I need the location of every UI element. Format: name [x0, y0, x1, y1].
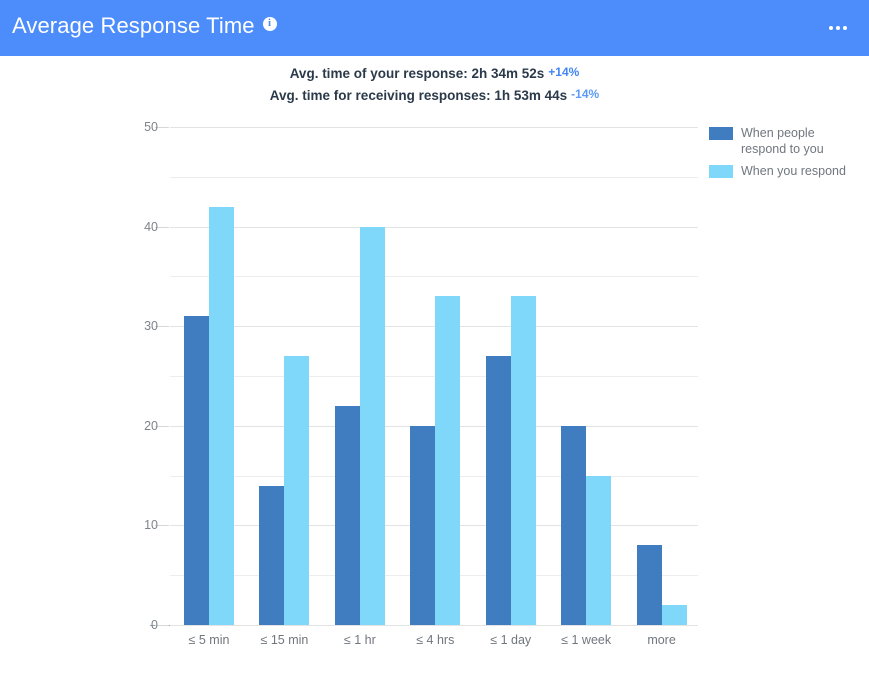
summary-block: Avg. time of your response: 2h 34m 52s +1…	[0, 62, 869, 106]
bar[interactable]	[485, 356, 511, 625]
legend-item-label: When people respond to you	[741, 126, 824, 156]
page-title-text: Average Response Time	[12, 13, 255, 38]
summary-your-response-text: Avg. time of your response: 2h 34m 52s	[289, 66, 545, 81]
bar[interactable]	[435, 296, 461, 625]
menu-dot	[843, 26, 847, 30]
x-axis-tick-label: ≤ 1 hr	[343, 633, 376, 647]
menu-dot	[829, 26, 833, 30]
x-axis-tick-label: ≤ 4 hrs	[416, 633, 455, 647]
more-options-icon[interactable]	[829, 21, 851, 35]
bar[interactable]	[359, 226, 385, 625]
summary-line-your-response: Avg. time of your response: 2h 34m 52s +1…	[0, 62, 869, 84]
bar[interactable]	[209, 206, 234, 625]
bar[interactable]	[334, 405, 360, 625]
gridline-minor	[170, 176, 698, 178]
y-axis-tick-label: 30	[144, 319, 158, 334]
info-icon[interactable]	[262, 16, 277, 31]
summary-your-response-delta: +14%	[548, 65, 580, 79]
gridline-major: 40	[144, 220, 698, 234]
menu-dot	[836, 26, 840, 30]
legend-item-label: When you respond	[741, 164, 846, 178]
bar[interactable]	[259, 485, 285, 625]
y-axis-tick-label: 50	[144, 120, 158, 134]
bar-chart: 0 10 20 30 40 50 ≤ 5 min ≤ 15 min ≤ 1 hr ≤ 4 hrs ≤…	[0, 108, 869, 668]
bar[interactable]	[661, 605, 687, 625]
gridline-minor	[170, 276, 698, 278]
gridline-major: 0	[151, 618, 698, 632]
y-axis-tick-label: 0	[151, 618, 158, 632]
legend-swatch-icon	[709, 165, 733, 178]
y-axis-tick-label: 20	[144, 418, 158, 433]
gridline-major: 50	[144, 120, 698, 134]
bar[interactable]	[184, 316, 209, 625]
gridline-major: 30	[144, 319, 698, 333]
x-axis-tick-label: more	[647, 633, 676, 647]
card-header: Average Response Time	[0, 0, 869, 56]
chart-legend: When people respond to you When you resp…	[709, 125, 864, 185]
bar[interactable]	[410, 425, 436, 625]
summary-receiving-responses-delta: -14%	[571, 87, 600, 101]
bar[interactable]	[510, 296, 536, 625]
bar[interactable]	[284, 356, 310, 625]
legend-item[interactable]: When you respond	[709, 163, 864, 179]
legend-item[interactable]: When people respond to you	[709, 125, 864, 157]
page-title: Average Response Time	[12, 13, 277, 39]
bar[interactable]	[636, 545, 662, 625]
x-axis-tick-label: ≤ 5 min	[188, 633, 230, 647]
x-axis-tick-label: ≤ 15 min	[260, 633, 309, 647]
plot-area: 0 10 20 30 40 50 ≤ 5 min ≤ 15 min ≤ 1 hr ≤ 4 hrs ≤…	[144, 120, 698, 647]
y-axis-tick-label: 10	[144, 518, 158, 533]
gridline-minor	[170, 376, 698, 377]
x-axis-tick-label: ≤ 1 day	[490, 633, 532, 647]
x-axis-tick-label: ≤ 1 week	[561, 633, 612, 647]
bar[interactable]	[586, 475, 612, 625]
y-axis-tick-label: 40	[144, 219, 158, 234]
summary-receiving-responses-text: Avg. time for receiving responses: 1h 53…	[269, 88, 568, 103]
bar[interactable]	[561, 425, 587, 625]
summary-line-receiving-responses: Avg. time for receiving responses: 1h 53…	[0, 84, 869, 106]
legend-swatch-icon	[709, 127, 733, 140]
